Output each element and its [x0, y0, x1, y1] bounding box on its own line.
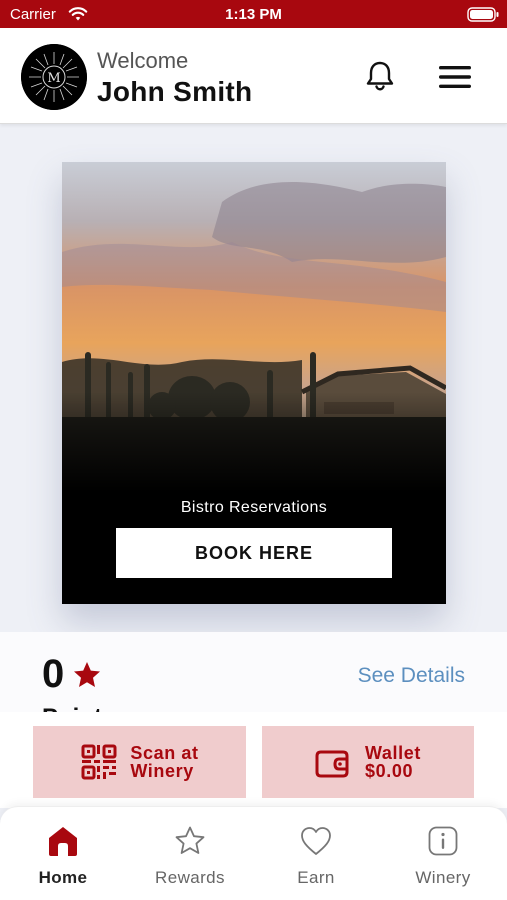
bistro-reservation-card[interactable]: Bistro Reservations BOOK HERE [62, 162, 446, 604]
see-details-link[interactable]: See Details [358, 664, 465, 688]
battery-icon [467, 7, 499, 22]
qr-code-icon [81, 744, 117, 780]
scan-line2: Winery [130, 761, 194, 781]
star-outline-icon [175, 826, 205, 854]
welcome-label: Welcome [97, 48, 189, 73]
tab-winery[interactable]: Winery [393, 825, 493, 889]
bell-icon[interactable] [362, 58, 398, 94]
tab-home-label: Home [38, 868, 88, 887]
scan-label: Scan at Winery [130, 744, 198, 780]
info-icon [428, 826, 458, 856]
menu-icon[interactable] [437, 62, 473, 92]
hero-caption: Bistro Reservations [180, 499, 328, 516]
winery-sunset-image [62, 162, 446, 492]
clock: 1:13 PM [225, 6, 282, 23]
avatar[interactable]: M [21, 44, 87, 110]
heart-icon [301, 827, 331, 855]
tab-earn[interactable]: Earn [266, 825, 366, 889]
tab-winery-label: Winery [415, 868, 471, 887]
bottom-tab-bar: Home Rewards Earn Winery [0, 806, 507, 900]
wallet-balance: $0.00 [365, 761, 414, 781]
tab-rewards[interactable]: Rewards [140, 825, 240, 889]
user-name: John Smith [97, 76, 253, 107]
book-here-button[interactable]: BOOK HERE [116, 528, 392, 578]
home-icon [49, 827, 77, 856]
tab-rewards-label: Rewards [155, 868, 225, 887]
scan-line1: Scan at [130, 743, 199, 763]
wallet-label: Wallet $0.00 [365, 744, 421, 780]
star-icon [74, 662, 100, 687]
points-value: 0 [42, 652, 65, 696]
action-bar: Scan at Winery Wallet $0.00 [0, 712, 507, 808]
wallet-icon [315, 750, 349, 778]
tab-earn-label: Earn [297, 868, 335, 887]
wallet-button[interactable]: Wallet $0.00 [262, 726, 474, 798]
winery-logo-icon: M [21, 44, 87, 110]
tab-home[interactable]: Home [13, 825, 113, 889]
wallet-line1: Wallet [365, 743, 421, 763]
svg-text:M: M [47, 71, 60, 86]
scan-at-winery-button[interactable]: Scan at Winery [33, 726, 246, 798]
status-bar: Carrier 1:13 PM [0, 0, 507, 28]
app-header: M Welcome John Smith [0, 28, 507, 124]
